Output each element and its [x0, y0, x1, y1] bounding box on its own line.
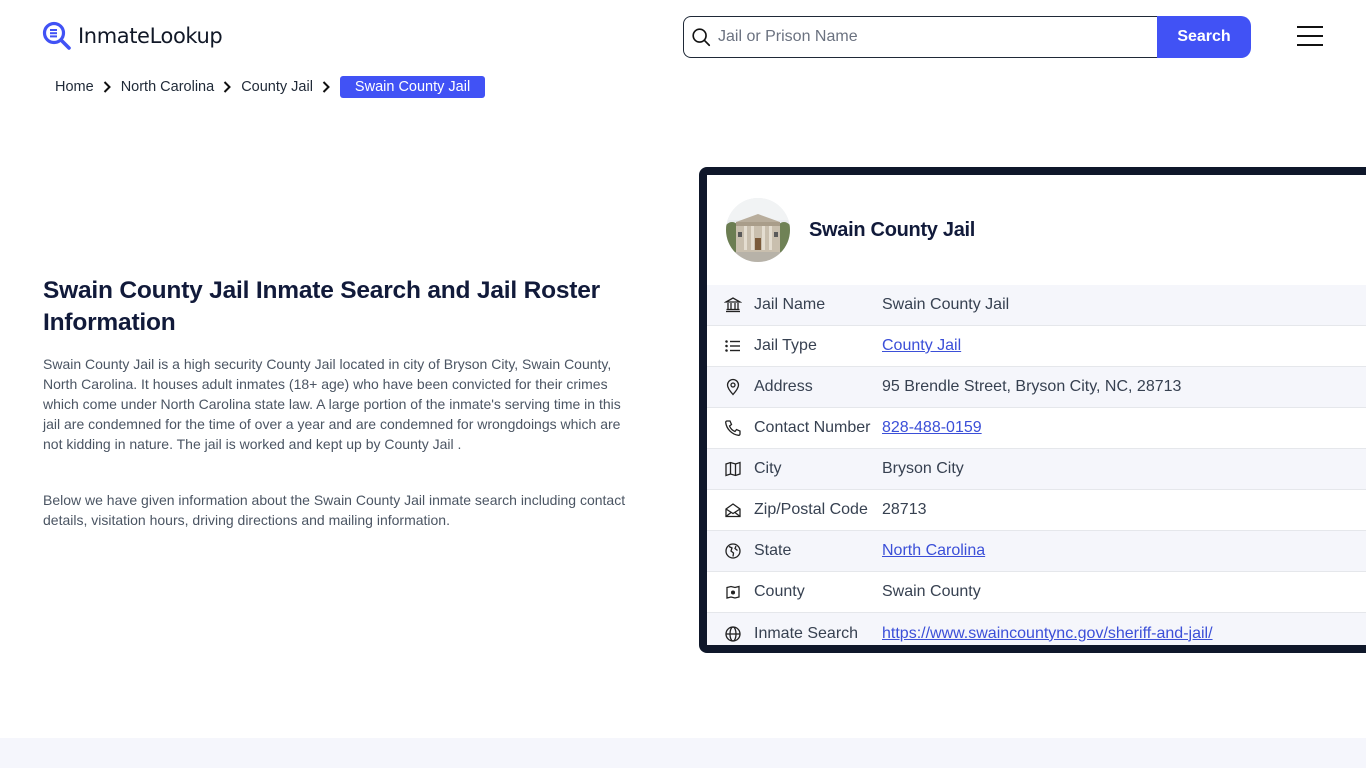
search-button[interactable]: Search	[1157, 16, 1251, 58]
info-row-city: City Bryson City	[707, 449, 1366, 490]
info-table: Jail Name Swain County Jail Jail Type Co…	[707, 285, 1366, 645]
row-value: Swain County	[882, 583, 981, 600]
breadcrumb-type[interactable]: County Jail	[241, 79, 313, 95]
info-row-zip: Zip/Postal Code 28713	[707, 490, 1366, 531]
page-title: Swain County Jail Inmate Search and Jail…	[43, 277, 600, 336]
logo-text: InmateLookup	[78, 24, 223, 48]
jail-photo	[726, 198, 790, 262]
breadcrumb: Home North Carolina County Jail Swain Co…	[55, 76, 486, 98]
breadcrumb-current: Swain County Jail	[339, 76, 486, 98]
info-row-contact: Contact Number 828-488-0159	[707, 408, 1366, 449]
logo-link[interactable]: InmateLookup	[42, 21, 223, 51]
state-globe-icon	[725, 543, 741, 559]
globe-icon	[725, 625, 741, 642]
county-map-icon	[726, 585, 740, 599]
phone-link[interactable]: 828-488-0159	[882, 419, 982, 436]
chevron-right-icon	[103, 81, 111, 93]
row-label: City	[754, 460, 782, 477]
map-pin-icon	[726, 378, 740, 396]
info-row-inmate-search: Inmate Search https://www.swaincountync.…	[707, 613, 1366, 645]
intro-paragraph: Swain County Jail is a high security Cou…	[43, 356, 621, 452]
search-input[interactable]	[718, 28, 1138, 46]
card-header: Swain County Jail	[707, 175, 1366, 285]
info-paragraph: Below we have given information about th…	[43, 492, 626, 528]
info-row-jail-type: Jail Type County Jail	[707, 326, 1366, 367]
breadcrumb-home[interactable]: Home	[55, 79, 94, 95]
breadcrumb-state[interactable]: North Carolina	[121, 79, 215, 95]
row-value: 95 Brendle Street, Bryson City, NC, 2871…	[882, 378, 1182, 395]
info-row-jail-name: Jail Name Swain County Jail	[707, 285, 1366, 326]
row-label: Address	[754, 378, 813, 395]
jail-info-card: Swain County Jail Jail Name Swain County…	[699, 167, 1366, 653]
search-box	[683, 16, 1157, 58]
row-label: Jail Type	[754, 337, 817, 354]
map-icon	[725, 461, 741, 477]
info-row-state: State North Carolina	[707, 531, 1366, 572]
search-form: Search	[683, 16, 1251, 58]
row-value: Bryson City	[882, 460, 964, 477]
chevron-right-icon	[223, 81, 232, 93]
inmate-search-link[interactable]: https://www.swaincountync.gov/sheriff-an…	[882, 625, 1213, 642]
footer-band	[0, 738, 1366, 768]
row-label: Inmate Search	[754, 624, 859, 642]
list-icon	[725, 340, 740, 352]
info-row-address: Address 95 Brendle Street, Bryson City, …	[707, 367, 1366, 408]
logo-icon	[42, 21, 71, 50]
row-label: State	[754, 542, 792, 559]
row-label: Jail Name	[754, 296, 826, 313]
row-label: Contact Number	[754, 419, 871, 436]
chevron-right-icon	[322, 81, 330, 93]
info-row-county: County Swain County	[707, 572, 1366, 613]
row-value: Swain County Jail	[882, 296, 1010, 313]
jail-type-link[interactable]: County Jail	[882, 337, 961, 354]
search-icon	[692, 28, 711, 47]
row-value: 28713	[882, 501, 927, 518]
phone-icon	[725, 420, 741, 436]
building-columns-icon	[724, 297, 742, 313]
hamburger-menu-icon[interactable]	[1297, 26, 1325, 48]
site-header: InmateLookup Search	[0, 0, 1366, 72]
card-title: Swain County Jail	[809, 218, 976, 241]
row-label: County	[754, 583, 805, 600]
row-label: Zip/Postal Code	[754, 501, 868, 518]
mail-open-icon	[725, 503, 741, 518]
state-link[interactable]: North Carolina	[882, 542, 985, 559]
